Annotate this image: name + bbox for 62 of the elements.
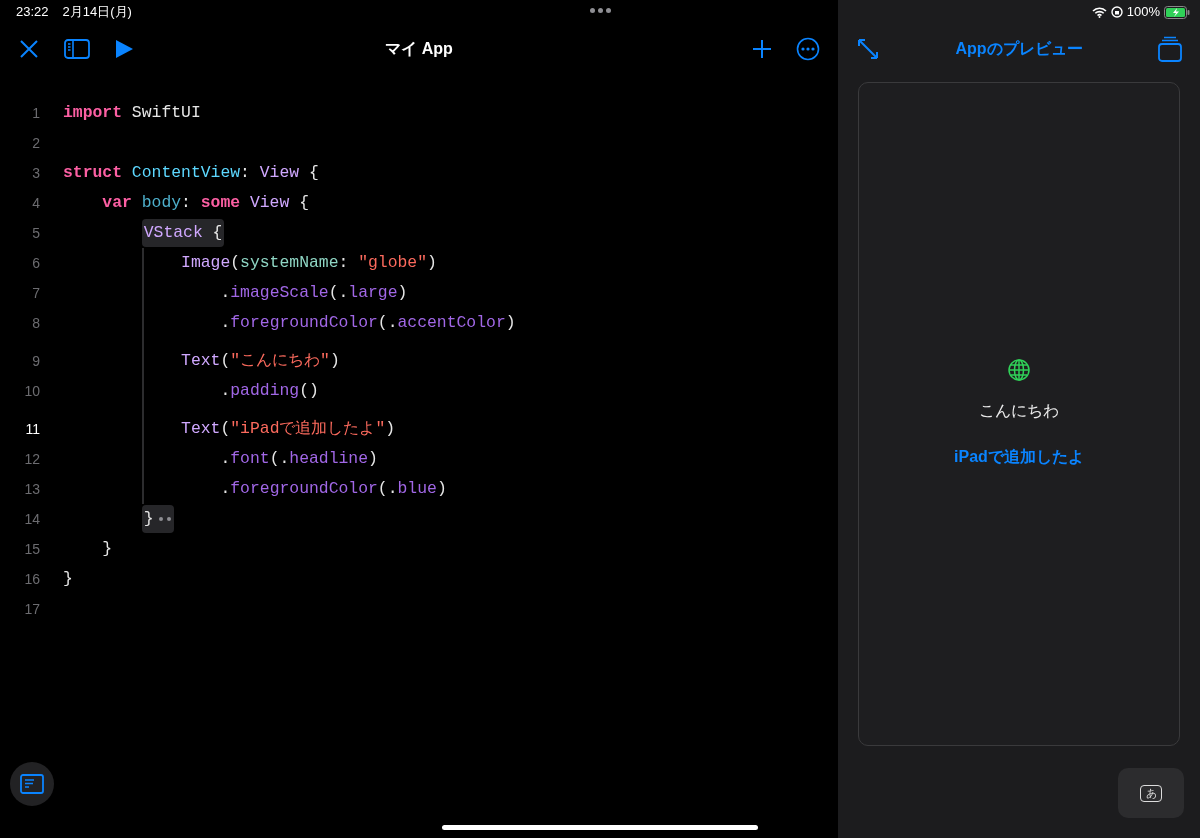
code-line: .imageScale(.large)	[220, 281, 408, 304]
code-line: .font(.headline)	[220, 447, 378, 470]
code-line: var body: some View {	[102, 191, 309, 214]
multitasking-icon[interactable]	[590, 8, 611, 13]
code-line: Text("こんにちわ")	[181, 349, 340, 372]
fold-dots-icon[interactable]	[157, 516, 172, 522]
line-number: 14	[23, 509, 41, 529]
battery-percent: 100%	[1126, 3, 1160, 22]
matched-bracket-code[interactable]: }	[141, 504, 174, 534]
line-number: 5	[31, 223, 41, 243]
devices-button[interactable]	[1158, 36, 1182, 62]
sidebar-button[interactable]	[64, 39, 90, 59]
code-line: import SwiftUI	[63, 101, 201, 124]
add-button[interactable]	[752, 39, 772, 59]
code-line: struct ContentView: View {	[63, 161, 319, 184]
code-line: }	[102, 537, 113, 560]
sidebar-icon	[64, 39, 90, 59]
keyboard-button[interactable]: あ	[1118, 768, 1184, 818]
battery-charging-icon	[1164, 5, 1190, 19]
status-time: 23:22	[16, 3, 49, 22]
wifi-icon	[1091, 6, 1107, 18]
preview-title: Appのプレビュー	[955, 39, 1083, 59]
orientation-lock-icon	[1110, 6, 1123, 18]
code-line: .foregroundColor(.blue)	[220, 477, 447, 500]
stack-icon	[1158, 36, 1182, 62]
greeting-text: こんにちわ	[979, 401, 1059, 421]
window-title: マイ App	[385, 39, 453, 59]
line-number: 15	[23, 539, 41, 559]
run-button[interactable]	[114, 39, 134, 59]
line-number: 6	[31, 253, 41, 273]
status-date: 2月14日(月)	[62, 3, 132, 22]
line-number: 9	[31, 351, 41, 371]
more-icon	[796, 37, 820, 61]
line-number: 1	[31, 103, 41, 123]
line-number: 7	[31, 283, 41, 303]
globe-icon	[1008, 359, 1030, 381]
line-number: 12	[23, 449, 41, 469]
close-icon	[18, 38, 40, 60]
code-line: .padding()	[220, 379, 319, 402]
expand-icon	[856, 37, 880, 61]
line-number: 10	[23, 381, 41, 401]
headline-text: iPadで追加したよ	[954, 447, 1084, 467]
line-number: 2	[31, 133, 41, 153]
play-icon	[114, 39, 134, 59]
line-number: 16	[23, 569, 41, 589]
line-number: 4	[31, 193, 41, 213]
add-icon	[752, 39, 772, 59]
code-line: .foregroundColor(.accentColor)	[220, 311, 516, 334]
code-line: Text("iPadで追加したよ")	[181, 417, 396, 440]
line-number: 11	[24, 419, 41, 439]
line-number: 17	[23, 599, 41, 619]
code-line: Image(systemName: "globe")	[181, 251, 437, 274]
more-button[interactable]	[796, 37, 820, 61]
console-button[interactable]	[10, 762, 54, 806]
close-button[interactable]	[18, 38, 40, 60]
matched-bracket-code[interactable]: VStack {	[141, 218, 225, 248]
expand-button[interactable]	[856, 37, 880, 61]
console-icon	[20, 774, 44, 794]
code-line: }	[63, 567, 73, 590]
line-number: 13	[23, 479, 41, 499]
line-number: 3	[31, 163, 41, 183]
line-number: 8	[31, 313, 41, 333]
